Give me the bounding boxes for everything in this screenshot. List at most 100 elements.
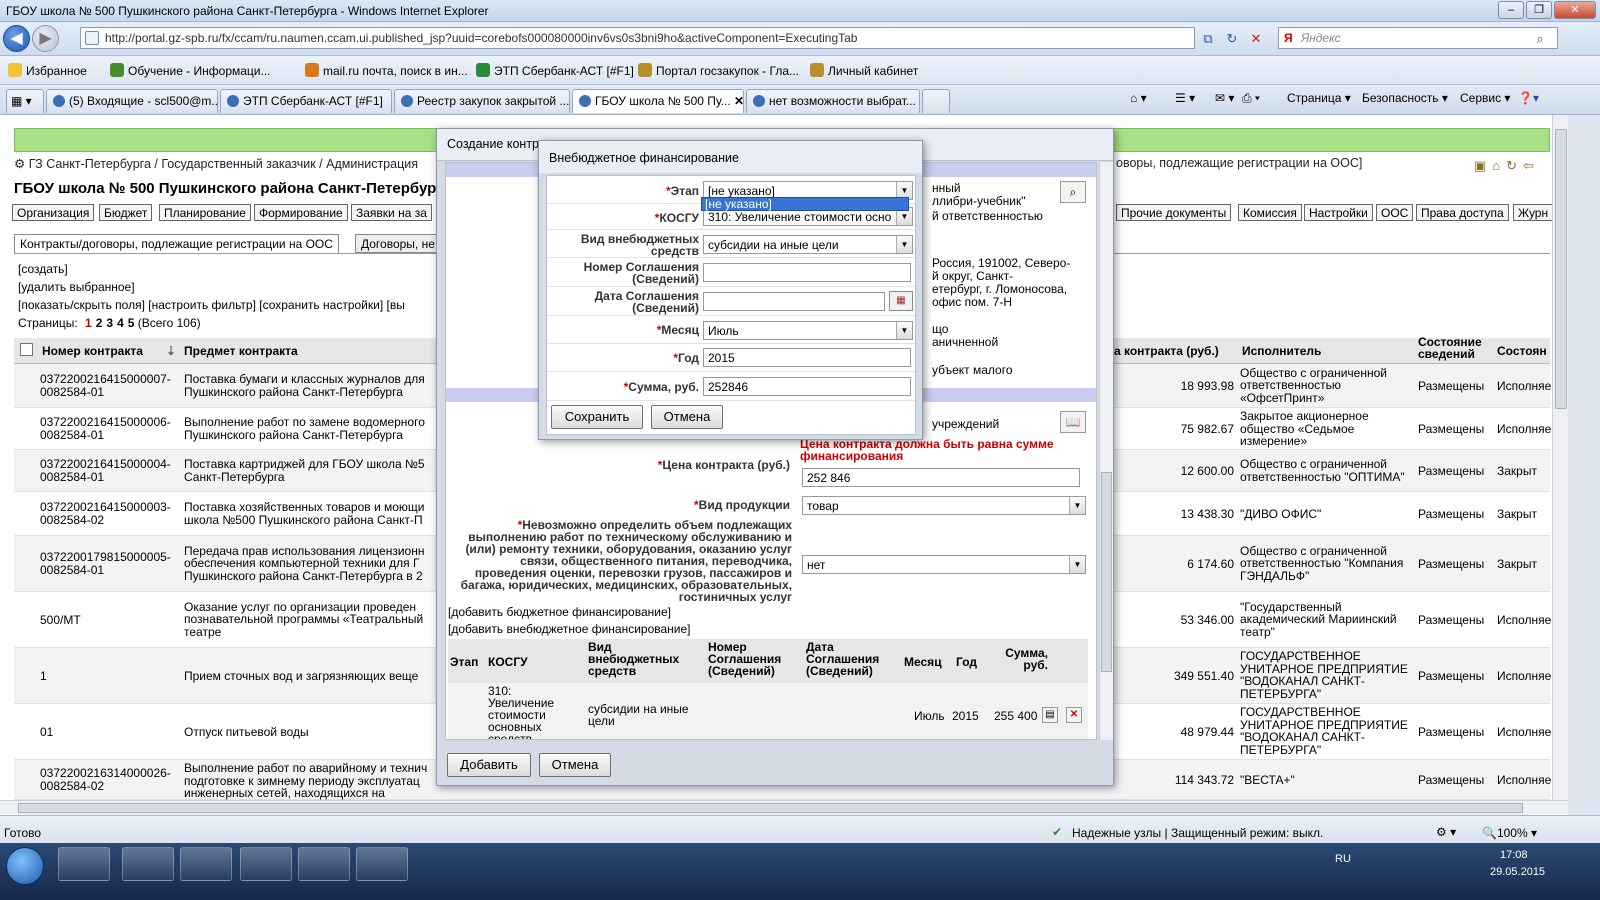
zoom-control[interactable]: 🔍100% ▾ [1482,826,1537,840]
new-tab-button[interactable] [922,89,950,113]
main-tab-other-docs[interactable]: Прочие документы [1116,204,1232,221]
add-extra-link[interactable]: [добавить внебюджетное финансирование] [448,622,691,636]
col-state-info[interactable]: Состояние сведений [1418,336,1493,360]
main-tab-planning[interactable]: Планирование [159,204,251,221]
month-select[interactable]: Июль ▼ [703,321,913,340]
url-input[interactable]: http://portal.gz-spb.ru/fx/ccam/ru.naume… [80,27,1195,49]
select-all-checkbox[interactable] [20,343,33,356]
excel-taskbar[interactable] [356,847,408,881]
save-button[interactable]: Сохранить [551,405,643,429]
calendar-icon[interactable]: ▦ [889,291,913,311]
protected-mode-icon[interactable]: ⚙ ▾ [1436,825,1456,839]
search-icon[interactable]: ⌕ [1530,29,1550,49]
search-input[interactable]: Я Яндекс [1278,27,1558,49]
main-tab-settings[interactable]: Настройки [1304,204,1373,221]
browser-tab-active[interactable]: ГБОУ школа № 500 Пу... ✕ [572,89,744,113]
page-link[interactable]: 4 [117,316,124,330]
favorite-link[interactable]: mail.ru почта, поиск в ин... [305,63,468,78]
favorite-link[interactable]: ЭТП Сбербанк-АСТ [#F1] [476,63,634,78]
agreement-num-input[interactable] [703,263,911,282]
col-executor[interactable]: Исполнитель [1242,344,1321,358]
col-state[interactable]: Состоян [1497,344,1547,358]
table-actions-links[interactable]: [показать/скрыть поля] [настроить фильтр… [18,298,405,312]
agreement-date-input[interactable] [703,292,885,311]
main-tab-forming[interactable]: Формирование [254,204,348,221]
scroll-thumb[interactable] [1555,129,1567,409]
maximize-button[interactable]: ❐ [1526,1,1552,19]
product-select[interactable]: товар ▼ [802,496,1086,515]
favorite-link[interactable]: Личный кабинет [810,63,918,78]
sub-tab-contracts[interactable]: Контракты/договоры, подлежащие регистрац… [14,234,339,253]
security-menu[interactable]: Безопасность ▾ [1362,91,1448,105]
media-player-taskbar[interactable] [58,847,110,881]
language-indicator[interactable]: RU [1335,853,1351,865]
main-tab-journal[interactable]: Журн [1513,204,1554,221]
col-price[interactable]: а контракта (руб.) [1114,344,1219,358]
impossible-select[interactable]: нет ▼ [802,555,1086,574]
tools-menu[interactable]: Сервис ▾ [1460,91,1510,105]
delete-selected-link[interactable]: [удалить выбранное] [18,280,135,294]
edit-icon[interactable]: ▤ [1042,707,1058,723]
page-link[interactable]: 2 [96,316,103,330]
delete-icon[interactable]: ✕ [1066,707,1082,723]
browser-tab[interactable]: Реестр закупок закрытой ... [394,89,570,113]
scroll-thumb[interactable] [1101,472,1112,672]
back-button[interactable]: ◀ [3,25,30,52]
close-window-button[interactable]: ✕ [1554,1,1596,19]
favorites-button[interactable]: Избранное [8,63,87,78]
add-budget-link[interactable]: [добавить бюджетное финансирование] [448,605,671,619]
sort-arrow-icon[interactable]: ⇣ [166,344,176,358]
minimize-button[interactable]: – [1498,1,1524,19]
dialog-scrollbar[interactable] [1099,162,1113,740]
stage-dropdown-option[interactable]: [не указано] [701,197,909,211]
help-icon[interactable]: ❓▾ [1518,91,1539,105]
main-tab-requests[interactable]: Заявки на за [351,204,432,221]
main-tab-oos[interactable]: ООС [1376,204,1414,221]
main-tab-access[interactable]: Права доступа [1416,204,1509,221]
browser-tab[interactable]: ЭТП Сбербанк-АСТ [#F1] [220,89,392,113]
main-tab-commission[interactable]: Комиссия [1238,204,1302,221]
stop-icon[interactable]: ✕ [1246,29,1266,49]
word-taskbar[interactable] [298,847,350,881]
header-icons[interactable]: ▣⌂↻⇦ [1474,158,1540,174]
add-button[interactable]: Добавить [447,753,531,777]
sub-tab-agreements[interactable]: Договоры, не [355,234,441,253]
page-link[interactable]: 5 [128,316,135,330]
page-scrollbar-vertical[interactable] [1552,115,1568,815]
main-tab-budget[interactable]: Бюджет [99,204,153,221]
start-button[interactable] [6,847,44,885]
kind-select[interactable]: субсидии на иные цели ▼ [703,235,913,254]
home-icon[interactable]: ⌂ ▾ [1130,91,1147,105]
browser-tab[interactable]: (5) Входящие - scl500@m... [46,89,218,113]
print-icon[interactable]: ⎙ ▾ [1242,91,1260,106]
col-number[interactable]: Номер контракта [42,344,143,358]
chrome-taskbar[interactable] [240,847,292,881]
sum-input[interactable]: 252846 [703,377,911,396]
scroll-thumb[interactable] [18,803,1523,813]
price-input[interactable]: 252 846 [802,468,1080,487]
mail-icon[interactable]: ✉ ▾ [1215,91,1234,105]
favorite-link[interactable]: Обучение - Информаци... [110,63,271,78]
page-menu[interactable]: Страница ▾ [1287,91,1351,105]
book-icon[interactable]: 📖 [1060,411,1086,433]
contract-cancel-button[interactable]: Отмена [539,753,611,777]
page-link-current[interactable]: 1 [85,316,92,330]
year-input[interactable]: 2015 [703,348,911,367]
feeds-icon[interactable]: ☰ ▾ [1175,91,1195,105]
quick-tabs-button[interactable]: ▦ ▾ [6,89,44,113]
forward-button[interactable]: ▶ [32,25,59,52]
extra-cancel-button[interactable]: Отмена [651,405,723,429]
page-scrollbar-horizontal[interactable] [0,800,1568,815]
compat-view-icon[interactable]: ⧉ [1198,29,1218,49]
close-tab-icon[interactable]: ✕ [734,94,743,108]
search-org-icon[interactable]: ⌕ [1060,181,1086,203]
refresh-icon[interactable]: ↻ [1222,29,1242,49]
page-link[interactable]: 3 [106,316,113,330]
col-subject[interactable]: Предмет контракта [184,344,298,358]
favorite-link[interactable]: Портал госзакупок - Гла... [638,63,799,78]
ie-taskbar[interactable] [180,847,232,881]
explorer-taskbar[interactable] [122,847,174,881]
browser-tab[interactable]: нет возможности выбрат... [746,89,920,113]
create-link[interactable]: [создать] [18,262,68,276]
main-tab-org[interactable]: Организация [12,204,95,221]
